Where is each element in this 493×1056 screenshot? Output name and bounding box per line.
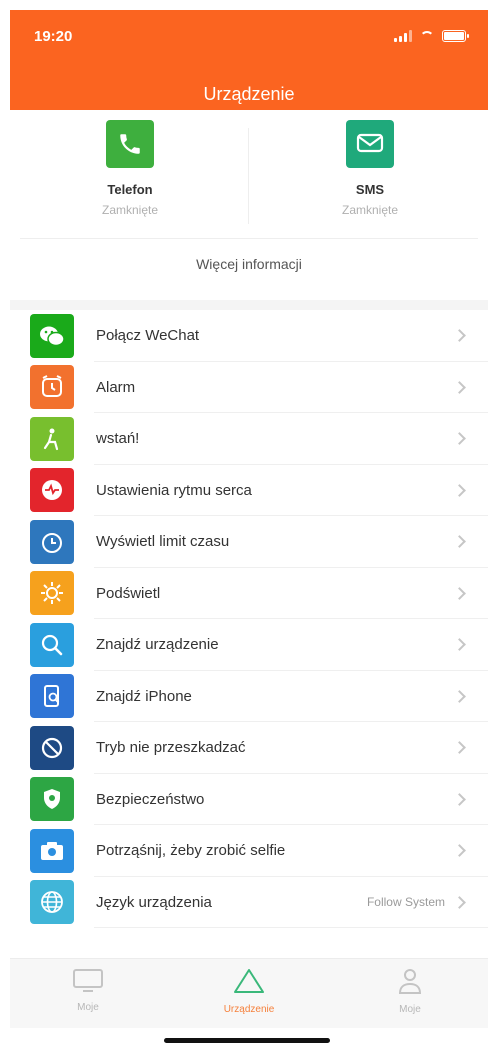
section-gap: [10, 300, 488, 310]
camera-icon: [30, 828, 74, 873]
home-indicator: [164, 1038, 330, 1043]
setting-do-not-disturb[interactable]: Tryb nie przeszkadzać: [10, 722, 488, 774]
wechat-icon: [30, 313, 74, 358]
tab-home[interactable]: Moje: [28, 967, 148, 1013]
setting-label: wstań!: [96, 430, 140, 448]
more-info-button[interactable]: Więcej informacji: [20, 238, 478, 288]
chevron-right-icon: [453, 844, 466, 858]
chevron-right-icon: [453, 689, 466, 703]
chevron-right-icon: [453, 380, 466, 394]
setting-value: Follow System: [366, 895, 445, 910]
notification-card: Telefon Zamknięte SMS Zamknięte Więcej i…: [10, 110, 488, 302]
chevron-right-icon: [453, 483, 466, 497]
page-title: Urządzenie: [203, 84, 295, 104]
chevron-right-icon: [453, 741, 466, 755]
settings-list: Połącz WeChat Alarm wstań! Ustawienia ry…: [10, 310, 488, 928]
signal-icon: [394, 30, 412, 42]
tab-label: Moje: [399, 1004, 421, 1015]
setting-label: Bezpieczeństwo: [96, 790, 205, 808]
setting-alarm[interactable]: Alarm: [10, 361, 488, 413]
find-device-icon: [30, 622, 74, 667]
tab-device[interactable]: Urządzenie: [189, 967, 309, 1015]
sedentary-icon: [30, 416, 74, 461]
setting-label: Alarm: [96, 378, 136, 396]
language-icon: [30, 880, 74, 925]
status-bar: 19:20: [10, 10, 488, 64]
alarm-icon: [30, 365, 74, 410]
setting-label: Znajdź iPhone: [96, 687, 192, 705]
setting-wechat[interactable]: Połącz WeChat: [10, 310, 488, 362]
setting-sedentary[interactable]: wstań!: [10, 413, 488, 465]
setting-label: Tryb nie przeszkadzać: [96, 739, 246, 757]
find-iphone-icon: [30, 674, 74, 719]
tab-label: Moje: [77, 1002, 99, 1013]
backlight-icon: [30, 571, 74, 616]
setting-find-device[interactable]: Znajdź urządzenie: [10, 619, 488, 671]
setting-heart-rate[interactable]: Ustawienia rytmu serca: [10, 464, 488, 516]
tab-profile[interactable]: Moje: [350, 967, 470, 1015]
setting-label: Ustawienia rytmu serca: [96, 481, 252, 499]
setting-device-language[interactable]: Język urządzenia Follow System: [10, 876, 488, 928]
tab-label: Urządzenie: [223, 1004, 275, 1015]
setting-label: Potrząśnij, żeby zrobić selfie: [96, 842, 286, 860]
heart-rate-icon: [30, 468, 74, 513]
setting-backlight[interactable]: Podświetl: [10, 567, 488, 619]
setting-shake-selfie[interactable]: Potrząśnij, żeby zrobić selfie: [10, 825, 488, 877]
status-time: 19:20: [34, 28, 73, 45]
setting-label: Język urządzenia: [96, 893, 212, 911]
tab-bar: Moje Urządzenie Moje: [10, 958, 488, 1028]
chevron-right-icon: [453, 792, 466, 806]
setting-find-iphone[interactable]: Znajdź iPhone: [10, 670, 488, 722]
setting-label: Znajdź urządzenie: [96, 636, 219, 654]
notification-sms[interactable]: SMS Zamknięte: [270, 120, 470, 217]
setting-label: Wyświetl limit czasu: [96, 533, 230, 551]
chevron-right-icon: [453, 535, 466, 549]
notification-phone-status: Zamknięte: [101, 203, 159, 217]
notification-sms-name: SMS: [355, 182, 385, 197]
user-icon: [398, 969, 422, 994]
screen-icon: [73, 969, 103, 992]
timer-icon: [30, 519, 74, 564]
chevron-right-icon: [453, 638, 466, 652]
battery-icon: [442, 30, 469, 42]
chevron-right-icon: [453, 895, 466, 909]
message-icon: [346, 120, 394, 168]
setting-security[interactable]: Bezpieczeństwo: [10, 773, 488, 825]
divider: [248, 128, 249, 224]
chevron-right-icon: [453, 586, 466, 600]
security-icon: [30, 777, 74, 822]
notification-phone-name: Telefon: [107, 182, 153, 197]
setting-label: Podświetl: [96, 584, 161, 602]
phone-icon: [106, 120, 154, 168]
notification-sms-status: Zamknięte: [341, 203, 399, 217]
setting-label: Połącz WeChat: [96, 327, 200, 345]
header-bar: 19:20 Urządzenie: [10, 10, 488, 110]
triangle-icon: [234, 969, 264, 993]
wifi-icon: [420, 31, 434, 41]
chevron-right-icon: [453, 432, 466, 446]
chevron-right-icon: [453, 329, 466, 343]
notification-phone[interactable]: Telefon Zamknięte: [30, 120, 230, 217]
status-indicators: [394, 30, 469, 42]
setting-display-timeout[interactable]: Wyświetl limit czasu: [10, 516, 488, 568]
do-not-disturb-icon: [30, 725, 74, 770]
